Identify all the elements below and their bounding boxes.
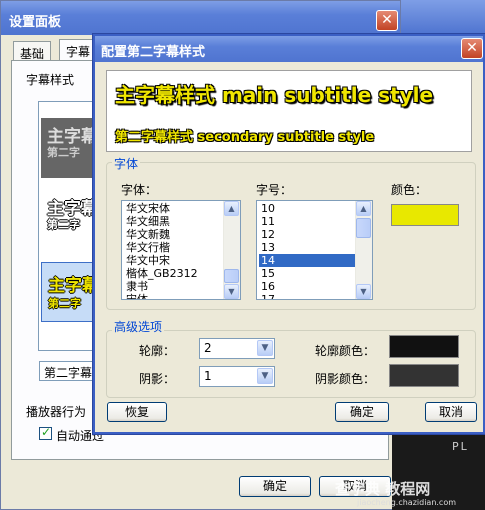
- font-option[interactable]: 隶书: [124, 280, 148, 293]
- font-listbox[interactable]: 华文宋体 华文细黑 华文新魏 华文行楷 华文中宋 楷体_GB2312 隶书 宋体…: [121, 200, 241, 300]
- chevron-down-icon[interactable]: ▼: [257, 340, 273, 356]
- font-list-scrollbar[interactable]: ▲ ▼: [223, 201, 240, 299]
- dialog-titlebar[interactable]: 配置第二字幕样式: [95, 36, 483, 62]
- tab-subtitle-label: 字幕: [66, 45, 91, 59]
- scroll-down-icon[interactable]: ▼: [224, 284, 239, 299]
- size-list-scroll-thumb[interactable]: [356, 218, 371, 238]
- chevron-down-icon[interactable]: ▼: [257, 368, 273, 384]
- shadow-value: 1: [204, 369, 212, 383]
- second-subtitle-style-text: 第二字幕: [44, 366, 93, 380]
- preview-main-text: 主字幕: [48, 276, 99, 296]
- checkmark-icon: ✓: [41, 425, 52, 439]
- preview-secondary-subtitle: 第二字幕样式 secondary subtitle style: [115, 130, 375, 145]
- scroll-up-icon[interactable]: ▲: [356, 201, 371, 216]
- settings-ok-button[interactable]: 确定: [239, 476, 311, 497]
- preview-sub-text: 第二字: [48, 297, 81, 310]
- second-subtitle-style-dialog: 配置第二字幕样式 ✕ 主字幕样式 main subtitle style 第二字…: [93, 34, 485, 434]
- style-preview-box: 主字幕样式 main subtitle style 第二字幕样式 seconda…: [106, 70, 472, 152]
- watermark-brand: 查字典 教程网: [335, 480, 431, 498]
- size-list-scrollbar[interactable]: ▲ ▼: [355, 201, 372, 299]
- font-option[interactable]: 华文宋体: [124, 202, 170, 215]
- font-option[interactable]: 宋体: [124, 293, 148, 299]
- shadow-select[interactable]: 1 ▼: [199, 366, 275, 387]
- tab-basic[interactable]: 基础: [13, 41, 52, 62]
- size-listbox[interactable]: 10 11 12 13 14 15 16 17 ▲ ▼: [256, 200, 373, 300]
- settings-ok-label: 确定: [262, 479, 287, 493]
- settings-close-button[interactable]: ✕: [376, 10, 398, 31]
- dialog-close-button[interactable]: ✕: [461, 38, 483, 59]
- shadow-color-label: 阴影颜色：: [315, 372, 376, 386]
- size-option[interactable]: 10: [259, 202, 355, 215]
- reset-label: 恢复: [124, 405, 149, 419]
- dialog-cancel-label: 取消: [438, 405, 463, 419]
- settings-panel-titlebar[interactable]: 设置面板: [1, 1, 400, 35]
- outline-label: 轮廓：: [139, 344, 176, 358]
- player-behavior-label: 播放器行为: [26, 405, 87, 419]
- outline-color-swatch[interactable]: [389, 335, 459, 358]
- font-group-title: 字体: [112, 155, 141, 172]
- tab-subtitle[interactable]: 字幕: [59, 39, 98, 62]
- font-list-scroll-thumb[interactable]: [224, 269, 239, 283]
- dialog-cancel-button[interactable]: 取消: [425, 402, 477, 422]
- font-option[interactable]: 华文细黑: [124, 215, 170, 228]
- size-label: 字号：: [256, 183, 293, 197]
- size-option[interactable]: 12: [259, 228, 355, 241]
- outline-select[interactable]: 2 ▼: [199, 338, 275, 359]
- reset-button[interactable]: 恢复: [107, 402, 167, 422]
- size-option[interactable]: 17: [259, 293, 355, 299]
- style-preview-item-selected[interactable]: 主字幕 第二字: [41, 262, 99, 322]
- scroll-up-icon[interactable]: ▲: [224, 201, 239, 216]
- font-option[interactable]: 华文新魏: [124, 228, 170, 241]
- style-preview-item[interactable]: 主字幕 第二字: [41, 190, 99, 250]
- size-option[interactable]: 15: [259, 267, 355, 280]
- size-option-selected[interactable]: 14: [259, 254, 355, 267]
- tab-basic-label: 基础: [20, 47, 45, 61]
- style-preview-list[interactable]: 主字幕 第二字 主字幕 第二字 主字幕 第二字: [38, 101, 100, 351]
- second-subtitle-style-field[interactable]: 第二字幕: [39, 361, 99, 381]
- dialog-title: 配置第二字幕样式: [101, 45, 206, 60]
- dialog-ok-label: 确定: [349, 405, 374, 419]
- subtitle-style-label: 字幕样式: [26, 73, 75, 87]
- font-option[interactable]: 楷体_GB2312: [124, 267, 198, 280]
- font-option[interactable]: 华文行楷: [124, 241, 170, 254]
- font-option[interactable]: 华文中宋: [124, 254, 170, 267]
- font-color-swatch[interactable]: [391, 204, 459, 226]
- preview-sub-text: 第二字: [47, 218, 80, 231]
- auto-checkbox[interactable]: ✓: [39, 425, 52, 440]
- style-preview-item[interactable]: 主字幕 第二字: [41, 118, 99, 178]
- size-option[interactable]: 13: [259, 241, 355, 254]
- size-option[interactable]: 16: [259, 280, 355, 293]
- shadow-color-swatch[interactable]: [389, 364, 459, 387]
- background-app-titlebar: [401, 0, 485, 34]
- preview-main-subtitle: 主字幕样式 main subtitle style: [115, 83, 434, 107]
- dialog-ok-button[interactable]: 确定: [335, 402, 389, 422]
- settings-panel-title: 设置面板: [9, 15, 62, 30]
- player-logo-text: PL: [452, 440, 469, 453]
- outline-value: 2: [204, 341, 212, 355]
- shadow-label: 阴影：: [139, 372, 176, 386]
- font-label: 字体：: [121, 183, 158, 197]
- advanced-group-title: 高级选项: [112, 318, 165, 335]
- color-label: 颜色：: [391, 183, 428, 197]
- scroll-down-icon[interactable]: ▼: [356, 284, 371, 299]
- preview-sub-text: 第二字: [47, 146, 80, 159]
- size-option[interactable]: 11: [259, 215, 355, 228]
- outline-color-label: 轮廓颜色：: [315, 344, 376, 358]
- watermark-url: jiaocheng.chazidian.com: [357, 498, 457, 507]
